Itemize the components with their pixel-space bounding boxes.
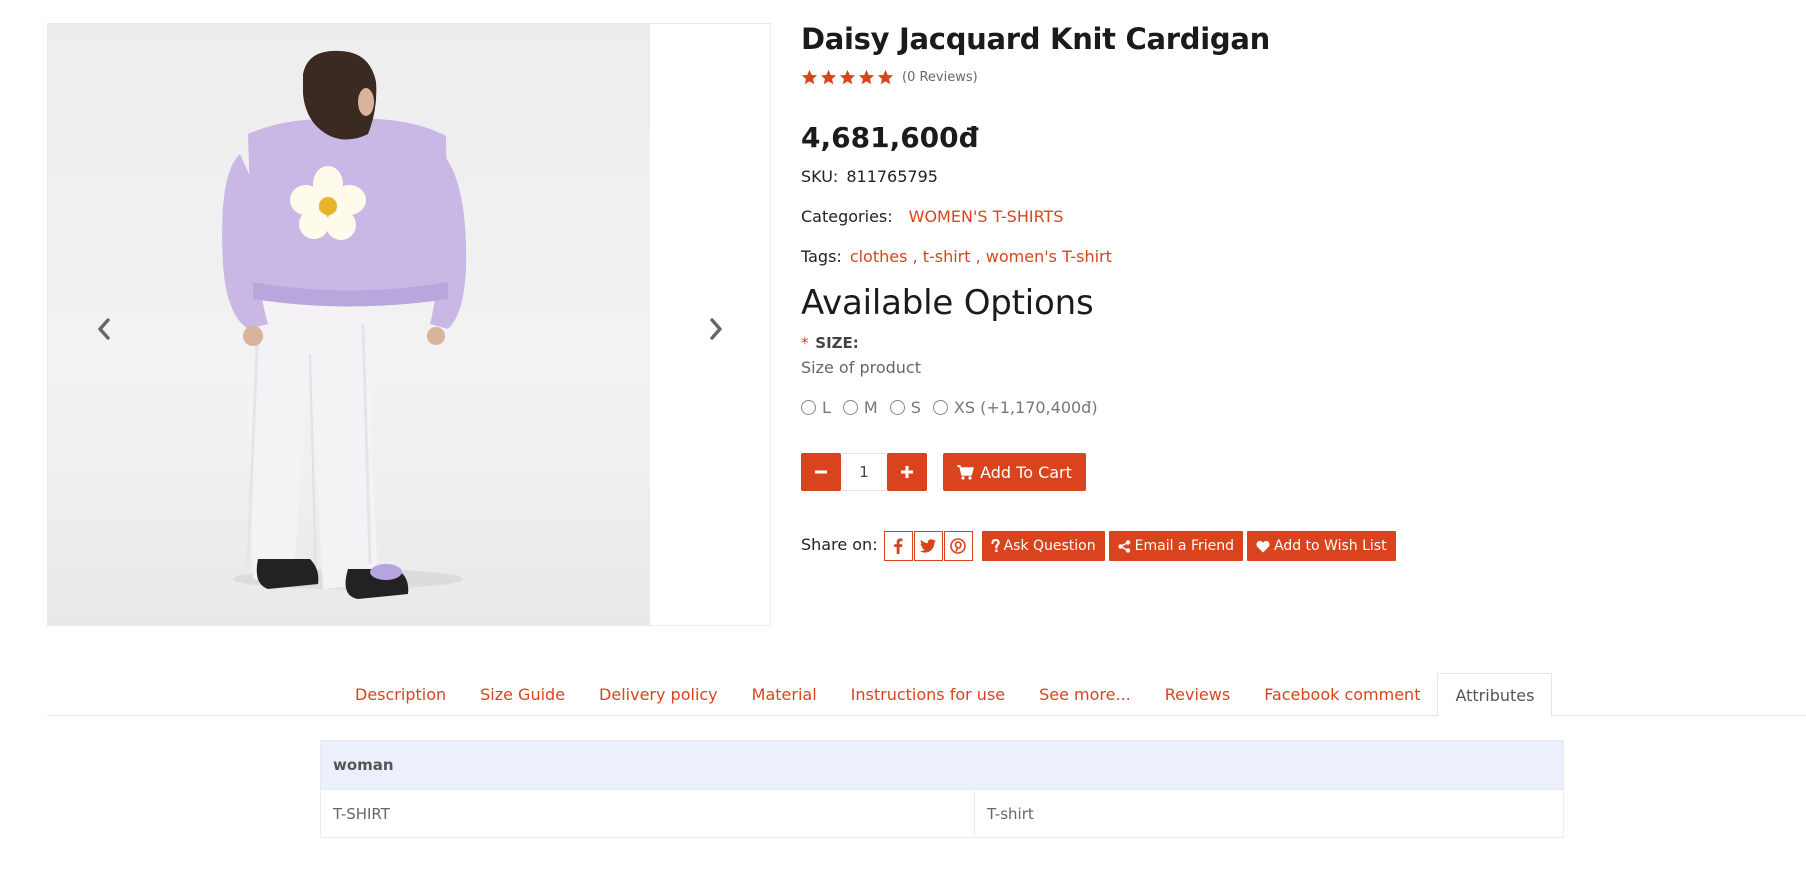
plus-icon (901, 466, 913, 478)
share-icon (1118, 539, 1130, 553)
pinterest-share-button[interactable] (943, 531, 973, 561)
size-option-text: M (863, 398, 878, 417)
tab-see-more[interactable]: See more... (1022, 673, 1148, 716)
tab-facebook-comment[interactable]: Facebook comment (1247, 673, 1437, 716)
share-row: Share on: Ask Question Email a Friend Ad… (801, 531, 1396, 561)
star-icon (820, 69, 837, 85)
size-radio-s[interactable]: S (889, 398, 921, 417)
heart-icon (1256, 540, 1270, 552)
facebook-icon (894, 538, 903, 554)
rating-stars (801, 69, 894, 86)
facebook-share-button[interactable] (883, 531, 913, 561)
size-option-label: * SIZE: (801, 334, 859, 352)
required-mark: * (801, 334, 809, 352)
tab-reviews[interactable]: Reviews (1148, 673, 1247, 716)
decrease-quantity-button[interactable] (801, 453, 841, 491)
attribute-name: T-SHIRT (320, 789, 975, 838)
pinterest-icon (950, 538, 966, 554)
product-tabs-bar: Description Size Guide Delivery policy M… (47, 673, 1806, 717)
twitter-share-button[interactable] (913, 531, 943, 561)
tab-delivery-policy[interactable]: Delivery policy (582, 673, 735, 716)
shopping-cart-icon (957, 464, 974, 480)
tab-description[interactable]: Description (338, 673, 463, 716)
question-mark-icon (990, 539, 1000, 552)
size-label: SIZE: (815, 334, 859, 352)
email-a-friend-label: Email a Friend (1134, 538, 1234, 554)
rating[interactable]: (0 Reviews) (801, 69, 978, 86)
radio-button[interactable] (842, 400, 858, 415)
product-price: 4,681,600đ (801, 121, 979, 154)
size-radio-xs[interactable]: XS (+1,170,400đ) (932, 398, 1098, 417)
product-photo[interactable] (48, 24, 650, 625)
size-help-text: Size of product (801, 358, 921, 377)
sku-value: 811765795 (846, 167, 938, 186)
tab-instructions-for-use[interactable]: Instructions for use (834, 673, 1022, 716)
radio-button[interactable] (932, 400, 948, 415)
email-a-friend-button[interactable]: Email a Friend (1108, 531, 1243, 561)
attribute-group-header: woman (320, 740, 1564, 790)
add-to-wish-list-label: Add to Wish List (1274, 538, 1387, 554)
attribute-group-row: woman (320, 740, 1564, 790)
tab-attributes[interactable]: Attributes (1437, 673, 1553, 717)
attribute-value: T-shirt (974, 789, 1564, 838)
product-title: Daisy Jacquard Knit Cardigan (801, 22, 1270, 56)
add-to-cart-row: Add To Cart (801, 453, 1086, 491)
twitter-icon (920, 539, 937, 553)
tab-size-guide[interactable]: Size Guide (463, 673, 582, 716)
product-image-gallery[interactable] (47, 23, 771, 626)
tags-row: Tags: clothes , t-shirt , women's T-shir… (801, 247, 1112, 266)
size-option-text: S (910, 398, 921, 417)
share-label: Share on: (801, 534, 878, 554)
review-count[interactable]: (0 Reviews) (902, 70, 978, 85)
social-share-buttons (883, 531, 974, 561)
add-to-wish-list-button[interactable]: Add to Wish List (1247, 531, 1396, 561)
size-radio-l[interactable]: L (801, 398, 831, 417)
sku-label: SKU: (801, 167, 839, 186)
tag-link[interactable]: women's T-shirt (986, 247, 1112, 266)
previous-image-arrow-icon[interactable] (89, 314, 119, 344)
star-icon (858, 69, 875, 85)
radio-button[interactable] (889, 400, 905, 415)
star-icon (801, 69, 818, 85)
size-radio-group: L M S XS (+1,170,400đ) (801, 398, 1110, 417)
minus-icon (815, 470, 827, 474)
tag-link[interactable]: t-shirt , (923, 247, 981, 266)
tab-material[interactable]: Material (735, 673, 834, 716)
categories-row: Categories: WOMEN'S T-SHIRTS (801, 207, 1063, 226)
ask-question-button[interactable]: Ask Question (981, 531, 1105, 561)
quantity-input[interactable] (841, 453, 887, 491)
attributes-table: woman T-SHIRT T-shirt (320, 740, 1564, 838)
star-icon (839, 69, 856, 85)
category-link[interactable]: WOMEN'S T-SHIRTS (909, 207, 1064, 226)
model-wearing-cardigan-image (222, 50, 467, 599)
product-summary: Daisy Jacquard Knit Cardigan (0 Reviews)… (801, 20, 1561, 561)
categories-label: Categories: (801, 207, 893, 226)
size-option-text: XS (+1,170,400đ) (953, 398, 1098, 417)
tag-link[interactable]: clothes , (850, 247, 918, 266)
size-radio-m[interactable]: M (842, 398, 878, 417)
available-options-heading: Available Options (801, 283, 1094, 323)
star-icon (877, 69, 894, 85)
size-option-text: L (822, 398, 831, 417)
sku-row: SKU: 811765795 (801, 167, 938, 186)
increase-quantity-button[interactable] (887, 453, 927, 491)
table-row: T-SHIRT T-shirt (320, 789, 1564, 838)
tags-label: Tags: (801, 247, 842, 266)
next-image-arrow-icon[interactable] (701, 314, 731, 344)
radio-button[interactable] (801, 400, 816, 415)
add-to-cart-label: Add To Cart (980, 462, 1072, 482)
add-to-cart-button[interactable]: Add To Cart (943, 453, 1086, 491)
ask-question-label: Ask Question (1003, 538, 1096, 554)
product-tabs: Description Size Guide Delivery policy M… (338, 673, 1553, 717)
